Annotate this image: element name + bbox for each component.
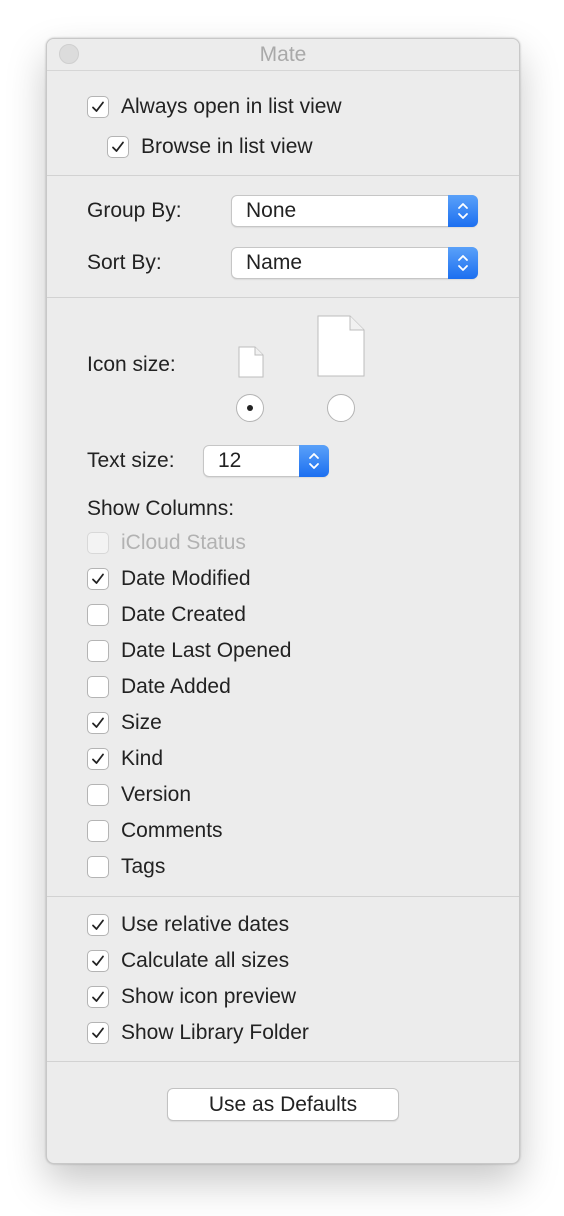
option-label: Show Library Folder bbox=[121, 1021, 309, 1044]
column-version[interactable]: Version bbox=[87, 781, 191, 809]
column-date-modified[interactable]: Date Modified bbox=[87, 565, 251, 593]
divider bbox=[47, 175, 519, 176]
checkbox[interactable] bbox=[107, 136, 129, 158]
icon-size-small-radio[interactable] bbox=[236, 394, 264, 422]
text-size-popup[interactable]: 12 bbox=[203, 445, 329, 477]
divider bbox=[47, 896, 519, 897]
sort-by-popup[interactable]: Name bbox=[231, 247, 478, 279]
checkbox[interactable] bbox=[87, 784, 109, 806]
title-bar: Mate bbox=[47, 39, 519, 71]
option-label: Size bbox=[121, 711, 162, 734]
checkmark-icon bbox=[92, 991, 104, 1002]
radio-dot bbox=[247, 405, 253, 411]
checkbox[interactable] bbox=[87, 950, 109, 972]
column-kind[interactable]: Kind bbox=[87, 745, 163, 773]
checkbox[interactable] bbox=[87, 914, 109, 936]
icon-size-large-radio[interactable] bbox=[327, 394, 355, 422]
option-label: Show icon preview bbox=[121, 985, 297, 1008]
option-label: Calculate all sizes bbox=[121, 949, 290, 972]
text-size-label: Text size: bbox=[87, 449, 175, 472]
checkbox[interactable] bbox=[87, 748, 109, 770]
checkbox[interactable] bbox=[87, 604, 109, 626]
divider bbox=[47, 297, 519, 298]
checkbox[interactable] bbox=[87, 1022, 109, 1044]
option-label: Kind bbox=[121, 747, 164, 770]
always-open-list-view-option[interactable]: Always open in list view bbox=[87, 93, 342, 121]
checkbox bbox=[87, 532, 109, 554]
checkbox[interactable] bbox=[87, 96, 109, 118]
checkmark-icon bbox=[92, 753, 104, 764]
checkmark-icon bbox=[92, 101, 104, 112]
checkmark-icon bbox=[92, 573, 104, 584]
option-label: Use relative dates bbox=[121, 913, 290, 936]
option-label: Date Last Opened bbox=[121, 639, 292, 662]
checkbox[interactable] bbox=[87, 568, 109, 590]
option-label: Date Added bbox=[121, 675, 231, 698]
stepper-arrows-icon bbox=[299, 445, 329, 477]
column-date-created[interactable]: Date Created bbox=[87, 601, 246, 629]
option-label: Always open in list view bbox=[121, 95, 342, 118]
icon-size-label: Icon size: bbox=[87, 353, 176, 376]
checkbox[interactable] bbox=[87, 676, 109, 698]
option-label: Tags bbox=[121, 855, 166, 878]
checkbox[interactable] bbox=[87, 986, 109, 1008]
large-document-icon bbox=[317, 315, 365, 377]
view-options-window: Mate Always open in list view Browse in … bbox=[46, 38, 520, 1164]
stepper-arrows-icon bbox=[448, 247, 478, 279]
use-relative-dates-option[interactable]: Use relative dates bbox=[87, 911, 289, 939]
option-label: Comments bbox=[121, 819, 223, 842]
column-size[interactable]: Size bbox=[87, 709, 162, 737]
show-columns-label: Show Columns: bbox=[87, 497, 235, 520]
stepper-arrows-icon bbox=[448, 195, 478, 227]
column-icloud-status: iCloud Status bbox=[87, 529, 246, 557]
group-by-label: Group By: bbox=[87, 199, 182, 222]
option-label: Version bbox=[121, 783, 192, 806]
checkmark-icon bbox=[92, 717, 104, 728]
checkmark-icon bbox=[112, 141, 124, 152]
option-label: iCloud Status bbox=[121, 531, 246, 554]
text-size-value: 12 bbox=[218, 449, 242, 472]
checkmark-icon bbox=[92, 955, 104, 966]
option-label: Browse in list view bbox=[141, 135, 313, 158]
column-comments[interactable]: Comments bbox=[87, 817, 223, 845]
divider bbox=[47, 1061, 519, 1062]
show-library-folder-option[interactable]: Show Library Folder bbox=[87, 1019, 309, 1047]
column-tags[interactable]: Tags bbox=[87, 853, 165, 881]
use-as-defaults-button[interactable]: Use as Defaults bbox=[167, 1088, 399, 1121]
calculate-all-sizes-option[interactable]: Calculate all sizes bbox=[87, 947, 289, 975]
option-label: Date Modified bbox=[121, 567, 251, 590]
checkmark-icon bbox=[92, 1027, 104, 1038]
sort-by-value: Name bbox=[246, 251, 303, 274]
checkbox[interactable] bbox=[87, 712, 109, 734]
small-document-icon bbox=[238, 346, 264, 378]
group-by-value: None bbox=[246, 199, 297, 222]
group-by-popup[interactable]: None bbox=[231, 195, 478, 227]
show-icon-preview-option[interactable]: Show icon preview bbox=[87, 983, 296, 1011]
checkbox[interactable] bbox=[87, 856, 109, 878]
checkbox[interactable] bbox=[87, 640, 109, 662]
column-date-last-opened[interactable]: Date Last Opened bbox=[87, 637, 291, 665]
option-label: Date Created bbox=[121, 603, 246, 626]
column-date-added[interactable]: Date Added bbox=[87, 673, 231, 701]
browse-list-view-option[interactable]: Browse in list view bbox=[107, 133, 313, 161]
window-title: Mate bbox=[259, 43, 307, 66]
checkbox[interactable] bbox=[87, 820, 109, 842]
sort-by-label: Sort By: bbox=[87, 251, 162, 274]
checkmark-icon bbox=[92, 919, 104, 930]
